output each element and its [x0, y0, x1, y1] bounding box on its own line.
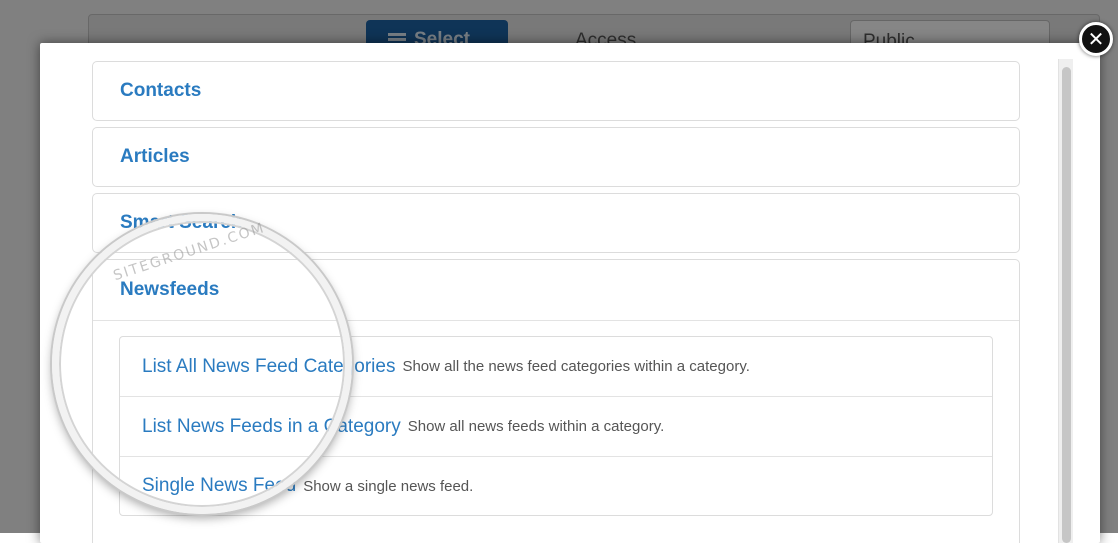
accordion-header-articles[interactable]: Articles — [93, 128, 1019, 186]
list-item[interactable]: List All News Feed Categories Show all t… — [120, 337, 992, 397]
list-item[interactable]: List News Feeds in a Category Show all n… — [120, 397, 992, 457]
accordion-item-smart-search[interactable]: Smart Search — [92, 193, 1020, 253]
accordion-item-contacts[interactable]: Contacts — [92, 61, 1020, 121]
menu-type-accordion: Contacts Articles Smart Search Newsfeeds… — [92, 61, 1020, 543]
list-item[interactable]: Single News Feed Show a single news feed… — [120, 457, 992, 515]
newsfeeds-list: List All News Feed Categories Show all t… — [119, 336, 993, 516]
accordion-item-newsfeeds[interactable]: Newsfeeds List All News Feed Categories … — [92, 259, 1020, 543]
list-item-description: Show all news feeds within a category. — [407, 418, 665, 435]
list-news-feeds-in-category-link[interactable]: List News Feeds in a Category — [142, 416, 401, 438]
list-item-description: Show all the news feed categories within… — [402, 358, 750, 375]
close-icon[interactable]: ✕ — [1079, 22, 1113, 56]
scrollbar-thumb[interactable] — [1062, 67, 1071, 543]
accordion-header-smart-search[interactable]: Smart Search — [93, 194, 1019, 252]
menu-item-type-modal: Contacts Articles Smart Search Newsfeeds… — [40, 43, 1100, 543]
single-news-feed-link[interactable]: Single News Feed — [142, 475, 296, 497]
accordion-header-contacts[interactable]: Contacts — [93, 62, 1019, 120]
accordion-item-articles[interactable]: Articles — [92, 127, 1020, 187]
list-item-description: Show a single news feed. — [303, 477, 474, 495]
modal-scrollbar[interactable] — [1058, 59, 1073, 543]
newsfeeds-panel: List All News Feed Categories Show all t… — [93, 321, 1019, 543]
list-all-news-feed-categories-link[interactable]: List All News Feed Categories — [142, 356, 395, 378]
accordion-header-newsfeeds[interactable]: Newsfeeds — [93, 260, 1019, 321]
